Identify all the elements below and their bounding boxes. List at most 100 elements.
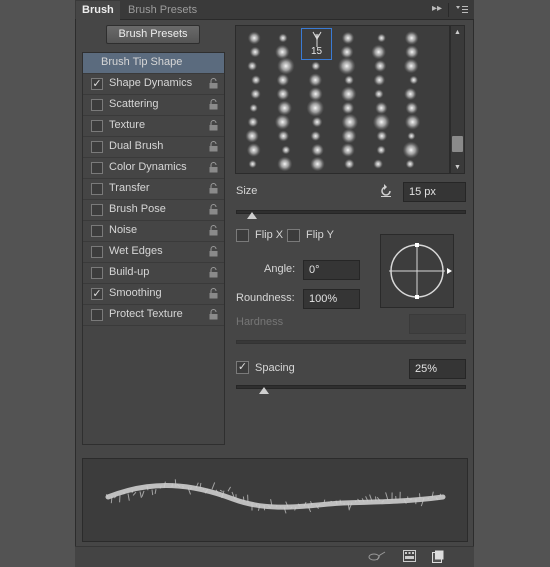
sidebar-item-smoothing[interactable]: ✓ Smoothing [83, 284, 224, 305]
brush-tip-thumb[interactable] [251, 75, 261, 85]
color-dynamics-checkbox[interactable] [91, 162, 103, 174]
lock-icon[interactable] [209, 183, 218, 194]
brush-tip-thumb[interactable] [277, 100, 292, 116]
brush-tip-thumb[interactable] [341, 128, 357, 144]
brush-tip-thumb[interactable] [376, 145, 386, 155]
size-field[interactable]: 15 px [403, 182, 466, 202]
scroll-down-icon[interactable]: ▼ [454, 164, 461, 171]
spacing-checkbox[interactable]: ✓ [236, 361, 249, 374]
tab-brush-presets[interactable]: Brush Presets [122, 1, 203, 20]
brush-tip-thumb[interactable] [276, 87, 290, 101]
sidebar-item-dual-brush[interactable]: Dual Brush [83, 137, 224, 158]
brush-tip-thumb[interactable] [409, 75, 419, 85]
lock-icon[interactable] [209, 99, 218, 110]
lock-icon[interactable] [209, 246, 218, 257]
brush-tip-thumb[interactable] [311, 116, 323, 128]
brush-tip-thumb[interactable] [344, 75, 354, 85]
brush-tip-thumb[interactable] [376, 130, 388, 142]
brush-tip-thumb[interactable] [276, 73, 290, 87]
new-preset-icon[interactable] [432, 550, 444, 566]
brush-tip-thumb[interactable] [374, 59, 387, 73]
reset-icon[interactable] [379, 184, 393, 201]
brush-tip-thumb[interactable] [247, 31, 261, 45]
brush-tip-thumb[interactable] [310, 130, 321, 142]
sidebar-item-color-dynamics[interactable]: Color Dynamics [83, 158, 224, 179]
brush-tip-thumb[interactable] [407, 131, 416, 141]
brush-tip-thumb[interactable] [246, 143, 261, 157]
sidebar-item-noise[interactable]: Noise [83, 221, 224, 242]
brush-tip-thumb[interactable] [403, 58, 419, 74]
lock-icon[interactable] [209, 141, 218, 152]
brush-tip-thumb[interactable] [373, 159, 383, 169]
brush-tip-thumb[interactable] [249, 46, 261, 58]
brush-tip-thumb[interactable] [372, 113, 391, 131]
brush-tip-thumb[interactable] [337, 57, 356, 75]
brush-presets-button[interactable]: Brush Presets [106, 25, 200, 44]
brush-tip-thumb[interactable] [306, 99, 325, 117]
brush-tip-thumb[interactable] [340, 45, 354, 59]
brush-tip-thumb[interactable] [277, 156, 293, 172]
brush-tip-thumb[interactable] [275, 44, 290, 60]
brush-grid-scrollbar[interactable]: ▲ ▼ [450, 25, 465, 174]
lock-icon[interactable] [209, 162, 218, 173]
lock-icon[interactable] [209, 204, 218, 215]
brush-tip-thumb[interactable] [310, 156, 325, 172]
texture-checkbox[interactable] [91, 120, 103, 132]
brush-tip-thumb[interactable] [311, 143, 324, 157]
brush-tip-thumb[interactable] [405, 159, 415, 169]
transfer-checkbox[interactable] [91, 183, 103, 195]
brush-tip-thumb[interactable] [281, 145, 291, 155]
sidebar-item-shape-dynamics[interactable]: ✓ Shape Dynamics [83, 74, 224, 95]
brush-tip-thumb[interactable] [405, 45, 419, 59]
double-arrow-icon[interactable]: ▸▸ [432, 3, 442, 14]
brush-tip-grid[interactable]: 15 [235, 25, 450, 174]
brush-tip-thumb[interactable] [404, 114, 421, 130]
brush-tip-thumbnails[interactable] [236, 26, 450, 174]
menu-icon[interactable] [455, 4, 469, 19]
brush-tip-thumb[interactable] [404, 87, 417, 101]
brush-tip-thumb[interactable] [278, 33, 288, 43]
wet-edges-checkbox[interactable] [91, 246, 103, 258]
lock-icon[interactable] [209, 267, 218, 278]
brush-tip-thumb[interactable] [402, 141, 420, 159]
sidebar-item-wet-edges[interactable]: Wet Edges [83, 242, 224, 263]
brush-tip-thumb[interactable] [311, 61, 321, 71]
flip-x-checkbox[interactable] [236, 229, 249, 242]
brush-tip-thumb[interactable] [249, 103, 258, 113]
scroll-up-icon[interactable]: ▲ [454, 29, 461, 36]
tab-brush[interactable]: Brush [76, 1, 120, 20]
brush-tip-thumb[interactable] [340, 86, 357, 102]
brush-tip-thumb[interactable] [374, 89, 384, 99]
brush-grid-icon[interactable] [403, 550, 416, 565]
toggle-preview-icon[interactable] [368, 551, 386, 566]
lock-icon[interactable] [209, 309, 218, 320]
brush-tip-thumb[interactable] [375, 101, 388, 115]
size-slider[interactable] [236, 210, 466, 214]
brush-tip-thumb[interactable] [277, 130, 290, 142]
sidebar-item-brush-pose[interactable]: Brush Pose [83, 200, 224, 221]
brush-pose-checkbox[interactable] [91, 204, 103, 216]
brush-tip-thumb[interactable] [247, 116, 259, 128]
shape-dynamics-checkbox[interactable]: ✓ [91, 78, 103, 90]
flip-y-checkbox[interactable] [287, 229, 300, 242]
selected-brush-tip[interactable]: 15 [301, 28, 332, 60]
spacing-slider[interactable] [236, 385, 466, 389]
angle-field[interactable]: 0° [303, 260, 360, 280]
brush-tip-thumb[interactable] [340, 143, 355, 157]
brush-tip-thumb[interactable] [371, 44, 386, 60]
lock-icon[interactable] [209, 78, 218, 89]
roundness-field[interactable]: 100% [303, 289, 360, 309]
brush-tip-thumb[interactable] [250, 88, 261, 100]
noise-checkbox[interactable] [91, 225, 103, 237]
brush-tip-thumb[interactable] [377, 33, 386, 43]
brush-tip-thumb[interactable] [341, 101, 355, 115]
brush-tip-thumb[interactable] [277, 57, 295, 75]
lock-icon[interactable] [209, 225, 218, 236]
brush-tip-thumb[interactable] [247, 61, 258, 71]
sidebar-item-transfer[interactable]: Transfer [83, 179, 224, 200]
brush-tip-thumb[interactable] [341, 31, 355, 45]
size-slider-thumb[interactable] [247, 212, 258, 219]
build-up-checkbox[interactable] [91, 267, 103, 279]
scroll-thumb[interactable] [452, 136, 463, 152]
sidebar-item-texture[interactable]: Texture [83, 116, 224, 137]
